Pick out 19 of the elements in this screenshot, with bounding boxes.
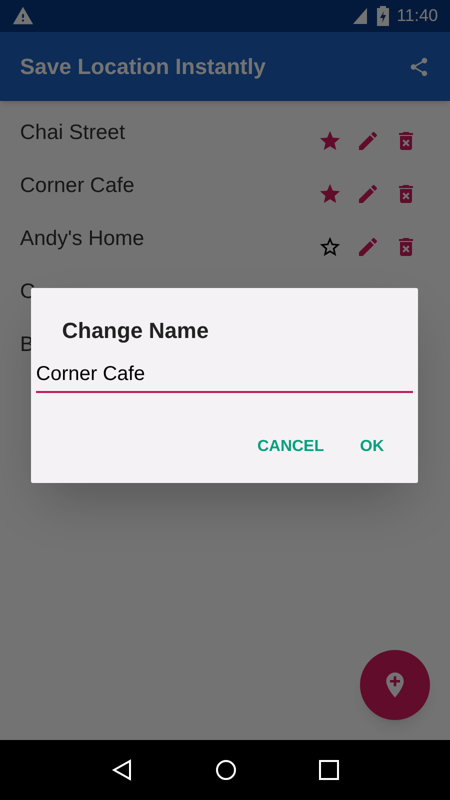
edit-button[interactable] — [356, 129, 380, 153]
dialog-button[interactable]: OK — [352, 429, 392, 465]
app-title: Save Location Instantly — [20, 53, 267, 81]
edit-button[interactable] — [356, 182, 380, 206]
battery-icon — [376, 6, 389, 26]
dialog-button[interactable]: CANCEL — [249, 429, 332, 465]
warning-icon — [12, 5, 34, 27]
edit-button[interactable] — [356, 235, 380, 259]
signal-icon — [352, 8, 369, 24]
location-name[interactable]: Corner Cafe — [20, 172, 318, 200]
home-button[interactable] — [215, 759, 237, 781]
dialog-title: Change Name — [62, 317, 210, 345]
back-button[interactable] — [111, 759, 133, 781]
share-icon — [408, 56, 430, 78]
name-field[interactable]: Corner Cafe — [36, 359, 413, 393]
clock-time: 11:40 — [396, 5, 438, 28]
location-name[interactable]: Chai Street — [20, 119, 318, 147]
recents-button[interactable] — [319, 760, 339, 780]
location-name[interactable]: Andy's Home — [20, 225, 318, 253]
